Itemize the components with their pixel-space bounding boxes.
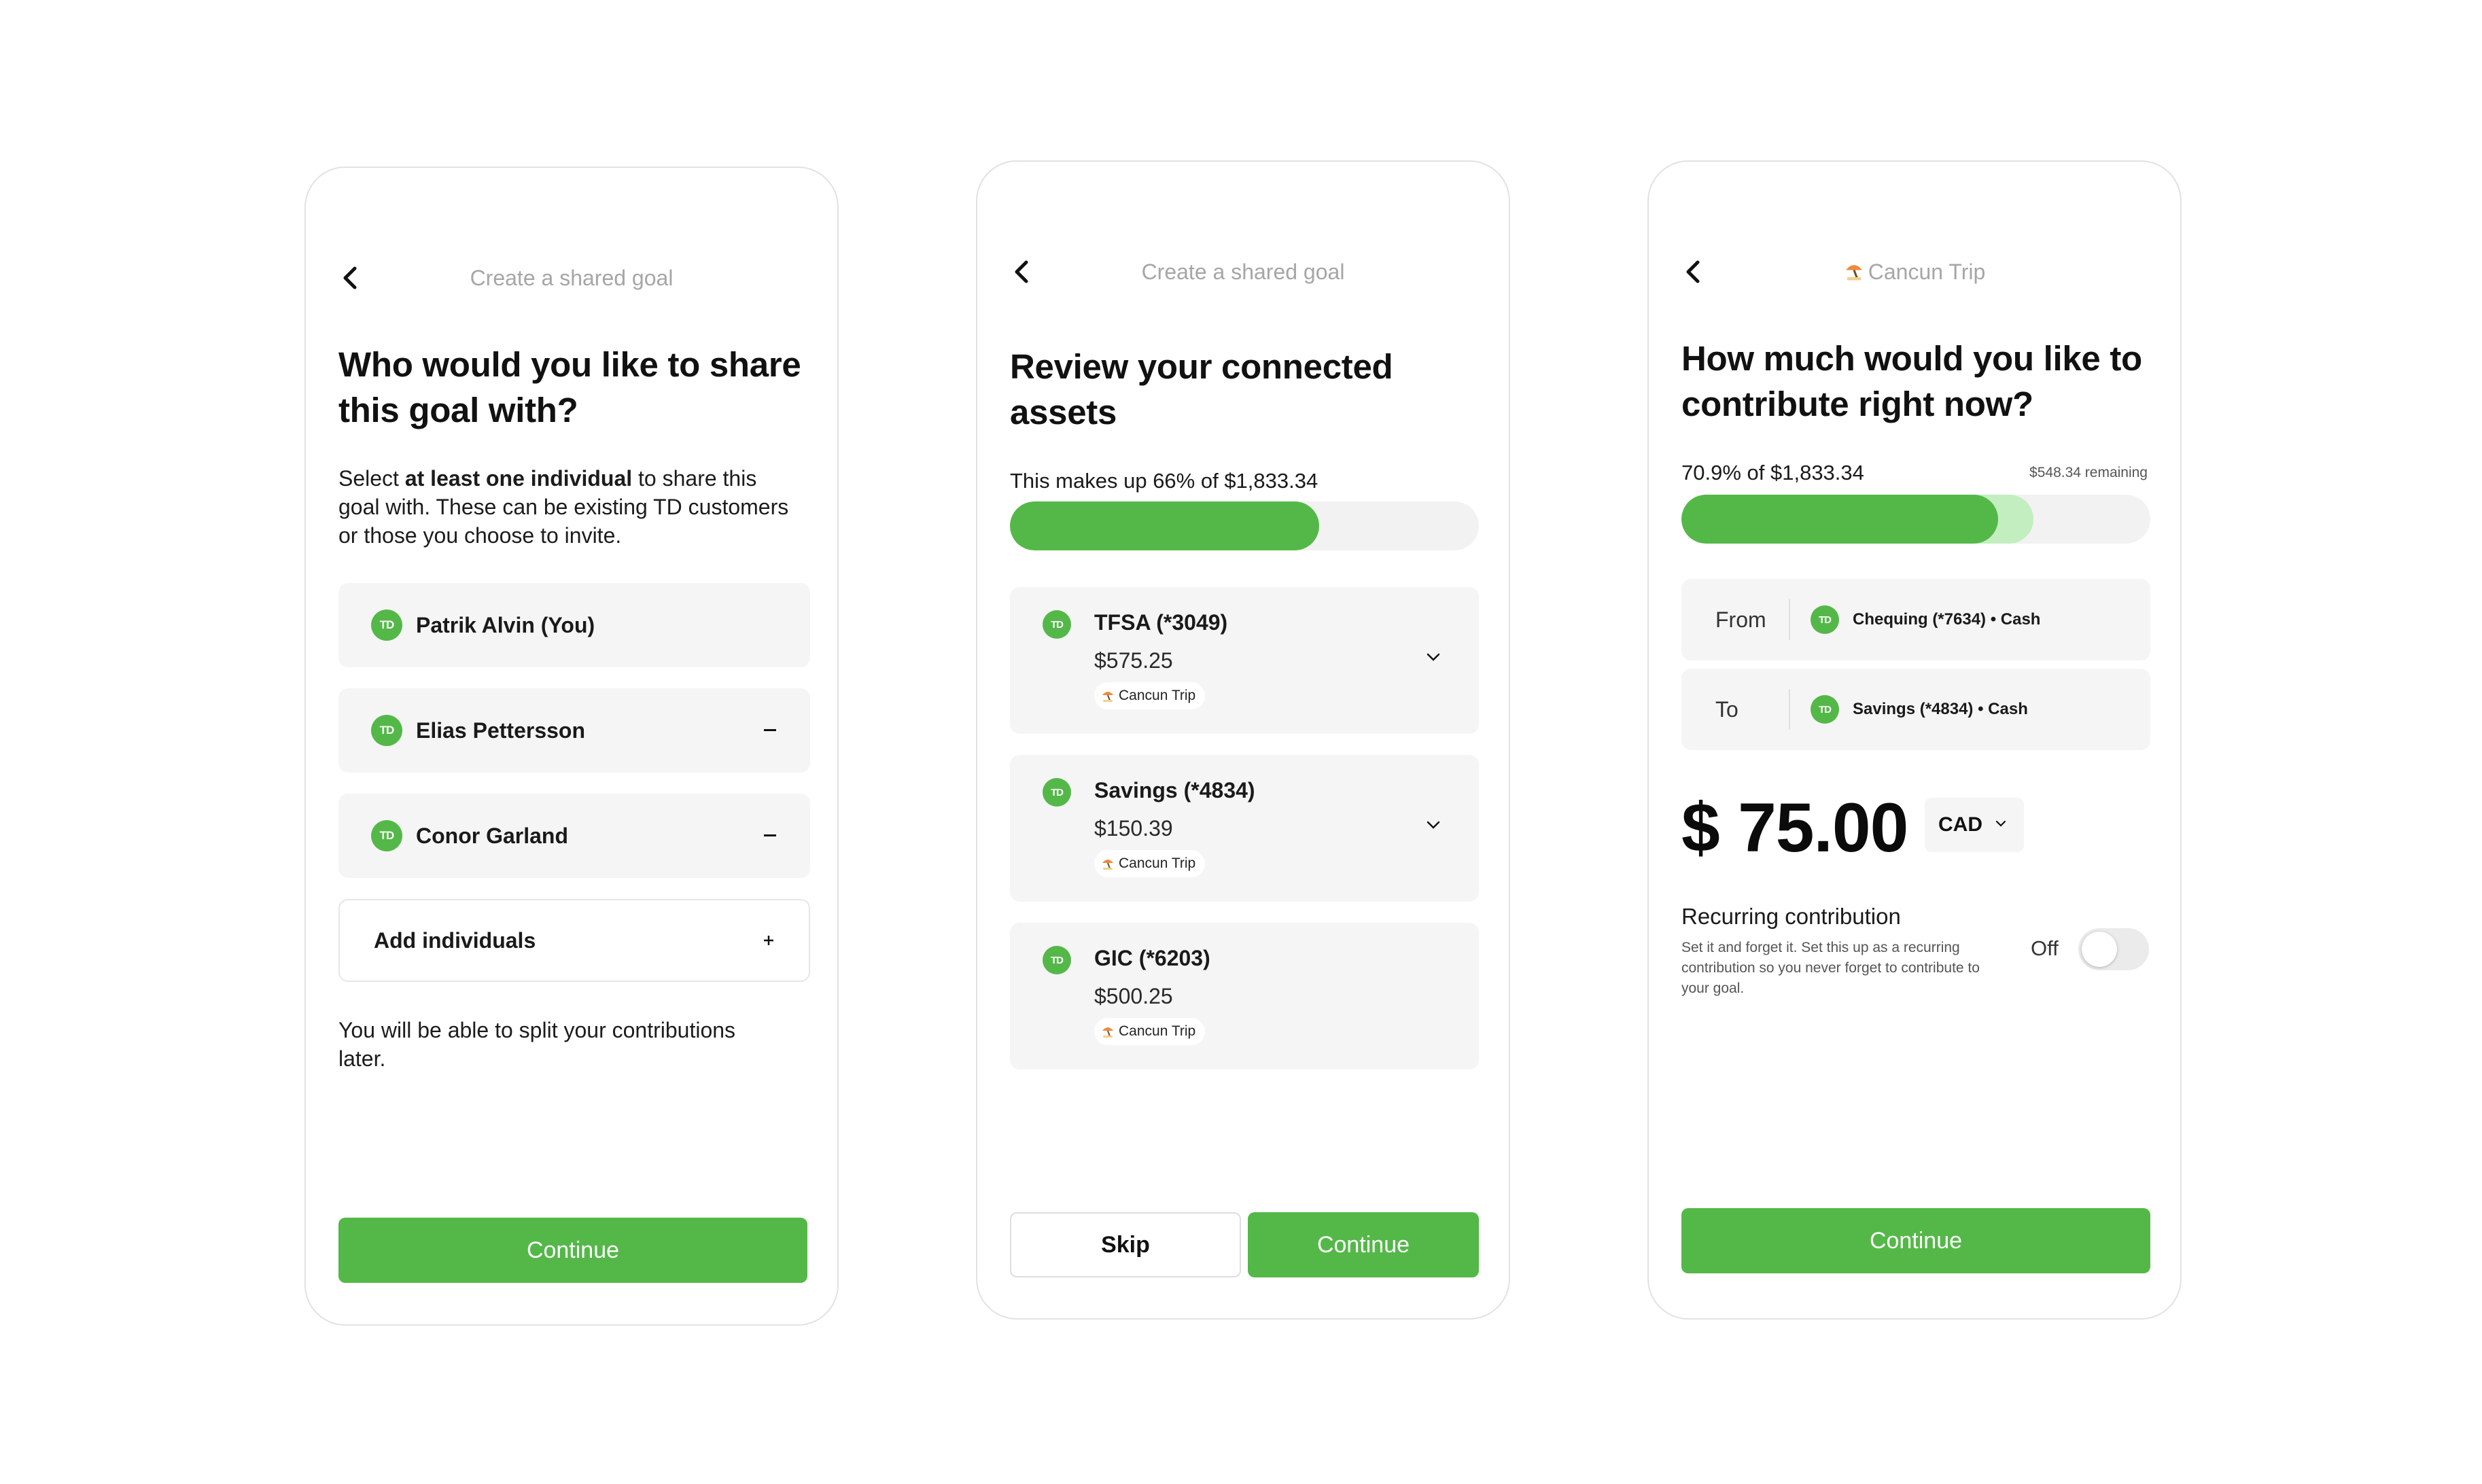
to-label: To — [1715, 697, 1738, 722]
chevron-down-icon — [1995, 820, 2006, 827]
person-name: Patrik Alvin (You) — [416, 613, 595, 637]
nav-title: Create a shared goal — [1141, 260, 1345, 284]
recurring-description: Set it and forget it. Set this up as a r… — [1681, 940, 1980, 996]
page-heading: Who would you like to share this goal wi… — [338, 345, 801, 429]
goal-tag: Cancun Trip — [1094, 850, 1206, 877]
page-heading: Review your connected assets — [1010, 347, 1393, 431]
td-logo-icon: TD — [1043, 946, 1071, 974]
td-logo-icon: TD — [1043, 778, 1071, 807]
goal-tag-label: Cancun Trip — [1119, 855, 1196, 871]
person-card-elias[interactable]: TD Elias Pettersson — [338, 688, 810, 773]
td-logo-icon: TD — [371, 610, 402, 641]
page-heading: How much would you like to contribute ri… — [1681, 339, 2142, 423]
add-individuals-label: Add individuals — [374, 928, 536, 953]
description-emphasis: at least one individual — [404, 466, 633, 491]
divider — [1789, 689, 1790, 730]
progress-bar — [1010, 501, 1479, 550]
amount-input[interactable]: $ 75.00 — [1681, 787, 1908, 868]
td-logo-icon: TD — [1043, 610, 1071, 639]
continue-button[interactable]: Continue — [338, 1218, 807, 1283]
account-card-gic[interactable]: TD GIC (*6203) $500.25 Cancun Trip — [1010, 923, 1479, 1070]
person-name: Elias Pettersson — [416, 718, 585, 743]
beach-umbrella-icon — [1102, 860, 1113, 870]
goal-tag: Cancun Trip — [1094, 1018, 1206, 1045]
screen-share-goal: Create a shared goal Who would you like … — [304, 166, 839, 1326]
continue-button[interactable]: Continue — [1248, 1212, 1479, 1277]
recurring-toggle[interactable] — [2078, 928, 2149, 970]
person-card-patrik[interactable]: TD Patrik Alvin (You) — [338, 583, 810, 667]
chevron-down-icon[interactable] — [1426, 820, 1441, 830]
remove-person-icon[interactable] — [764, 729, 776, 731]
plus-icon — [764, 936, 773, 945]
goal-title: Cancun Trip — [1868, 260, 1986, 284]
td-logo-icon: TD — [371, 715, 402, 746]
continue-button[interactable]: Continue — [1681, 1208, 2150, 1273]
from-label: From — [1715, 607, 1766, 632]
account-name: Savings (*4834) — [1094, 778, 1255, 802]
beach-umbrella-icon — [1102, 692, 1113, 703]
split-footnote: You will be able to split your contribut… — [338, 1018, 736, 1071]
progress-label: This makes up 66% of $1,833.34 — [1010, 469, 1318, 493]
from-account-selector[interactable]: From TD Chequing (*7634) • Cash — [1681, 579, 2150, 660]
recurring-title: Recurring contribution — [1681, 904, 1901, 929]
toggle-state-label: Off — [2031, 936, 2059, 960]
page-description: Select at least one individual to share … — [338, 464, 801, 550]
progress-fill — [1010, 501, 1320, 550]
from-account-value: Chequing (*7634) • Cash — [1853, 610, 2041, 629]
td-logo-icon: TD — [1811, 605, 1839, 634]
person-name: Conor Garland — [416, 824, 569, 848]
beach-umbrella-icon — [1845, 265, 1862, 281]
skip-button[interactable]: Skip — [1010, 1212, 1241, 1277]
progress-fill — [1681, 495, 1999, 544]
progress-bar — [1681, 495, 2150, 544]
account-balance: $575.25 — [1094, 648, 1173, 673]
account-name: GIC (*6203) — [1094, 946, 1210, 970]
screen-contribute: Cancun Trip How much would you like to c… — [1647, 160, 2182, 1320]
divider — [1789, 599, 1790, 640]
account-balance: $500.25 — [1094, 984, 1173, 1008]
description-text: Select — [338, 466, 405, 491]
toggle-knob — [2082, 932, 2117, 967]
beach-umbrella-icon — [1102, 1027, 1113, 1038]
nav-title: Cancun Trip — [1649, 260, 2180, 285]
td-logo-icon: TD — [371, 820, 402, 851]
account-name: TFSA (*3049) — [1094, 610, 1228, 635]
account-card-tfsa[interactable]: TD TFSA (*3049) $575.25 Cancun Trip — [1010, 587, 1479, 734]
account-card-savings[interactable]: TD Savings (*4834) $150.39 Cancun Trip — [1010, 755, 1479, 902]
screen-review-assets: Create a shared goal Review your connect… — [976, 160, 1510, 1320]
add-individuals-button[interactable]: Add individuals — [338, 899, 810, 982]
chevron-down-icon[interactable] — [1426, 652, 1441, 662]
remove-person-icon[interactable] — [764, 834, 776, 836]
goal-tag: Cancun Trip — [1094, 682, 1206, 709]
currency-dropdown[interactable]: CAD — [1925, 798, 2024, 852]
person-card-conor[interactable]: TD Conor Garland — [338, 794, 810, 878]
goal-tag-label: Cancun Trip — [1119, 688, 1196, 703]
nav-title: Create a shared goal — [470, 266, 674, 290]
currency-value: CAD — [1938, 813, 1982, 836]
account-balance: $150.39 — [1094, 816, 1173, 841]
to-account-value: Savings (*4834) • Cash — [1853, 700, 2028, 718]
remaining-label: $548.34 remaining — [2029, 465, 2148, 480]
goal-tag-label: Cancun Trip — [1119, 1023, 1196, 1039]
td-logo-icon: TD — [1811, 695, 1839, 724]
progress-label: 70.9% of $1,833.34 — [1681, 461, 1864, 484]
to-account-selector[interactable]: To TD Savings (*4834) • Cash — [1681, 669, 2150, 750]
